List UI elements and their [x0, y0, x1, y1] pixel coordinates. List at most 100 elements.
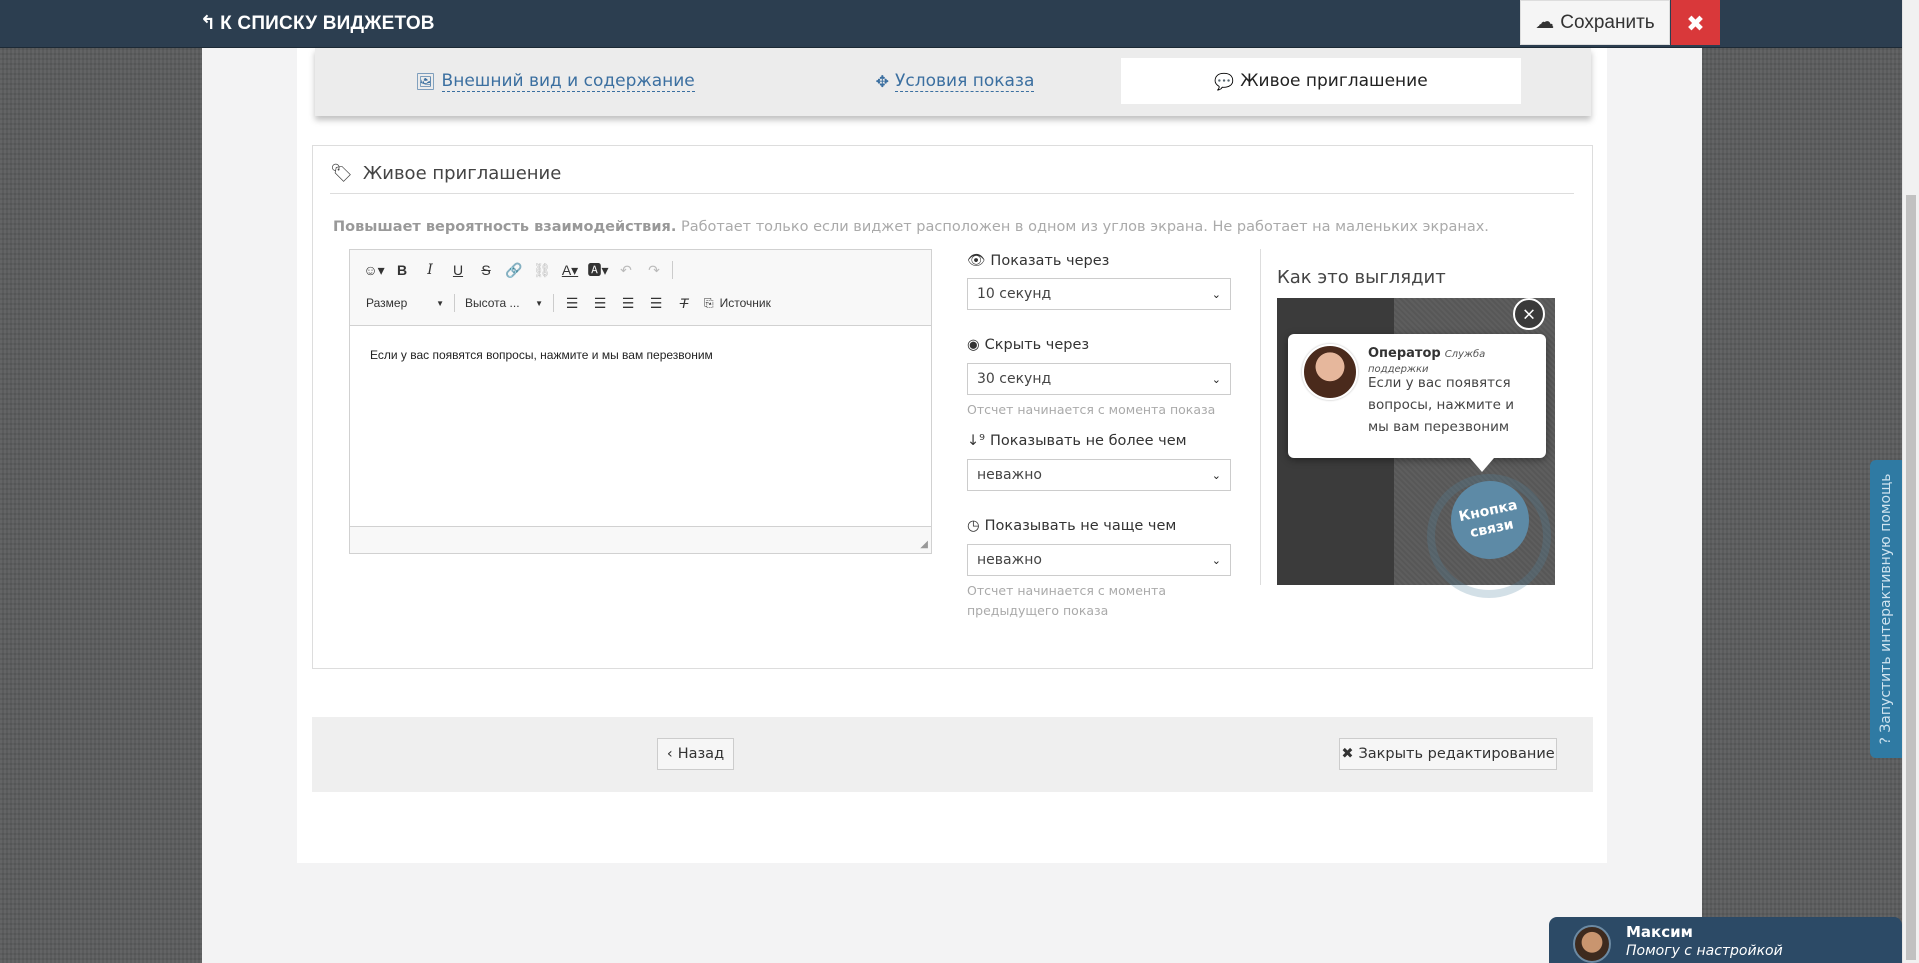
scrollbar-thumb[interactable]	[1906, 195, 1916, 960]
sort-numeric-icon: ↓⁹	[967, 433, 985, 449]
tab-appearance[interactable]: 🖼 Внешний вид и содержание	[355, 58, 755, 104]
toolbar-separator	[553, 294, 554, 312]
rich-text-editor: ☺▾ B I U S 🔗 ⛓ A▾ 🅰▾ ↶ ↷ Размер ▼ Высота …	[349, 249, 932, 554]
source-icon: ⎘	[704, 295, 714, 310]
redo-icon[interactable]: ↷	[640, 260, 668, 280]
close-editing-label: Закрыть редактирование	[1358, 746, 1555, 762]
section-divider	[330, 193, 1574, 194]
preview-title: Как это выглядит	[1277, 267, 1446, 288]
chat-widget[interactable]: Максим Помогу с настройкой	[1549, 917, 1902, 963]
chevron-left-icon: ‹	[666, 746, 673, 762]
operator-avatar	[1302, 344, 1358, 400]
font-size-label: Размер	[366, 296, 408, 310]
min-interval-select[interactable]: неважно ⌄	[967, 544, 1231, 576]
save-label: Сохранить	[1560, 11, 1655, 33]
save-button[interactable]: ☁ Сохранить	[1520, 0, 1670, 45]
line-height-select[interactable]: Высота ... ▼	[459, 296, 549, 310]
description-bold: Повышает вероятность взаимодействия.	[333, 219, 677, 235]
tabs-bar: 🖼 Внешний вид и содержание ✥ Условия пок…	[315, 48, 1591, 116]
link-icon[interactable]: 🔗	[500, 260, 528, 280]
show-after-value: 10 секунд	[977, 286, 1052, 302]
caret-down-icon: ▼	[535, 298, 543, 308]
align-justify-icon[interactable]: ☰	[642, 293, 670, 313]
text-color-icon[interactable]: A▾	[556, 260, 584, 280]
page-scrollbar[interactable]	[1902, 0, 1919, 963]
align-right-icon[interactable]: ☰	[614, 293, 642, 313]
preview-close-icon: ×	[1513, 298, 1545, 330]
close-icon: ✖	[1341, 746, 1354, 762]
bold-icon[interactable]: B	[388, 260, 416, 280]
align-left-icon[interactable]: ☰	[558, 293, 586, 313]
line-height-label: Высота ...	[465, 296, 520, 310]
min-interval-value: неважно	[977, 552, 1042, 568]
emoji-icon[interactable]: ☺▾	[360, 260, 388, 280]
min-interval-label: ◷ Показывать не чаще чем	[967, 518, 1176, 534]
toolbar-separator	[672, 261, 673, 279]
section-description: Повышает вероятность взаимодействия. Раб…	[333, 219, 1489, 235]
interactive-help-label: ? Запустить интерактивную помощь	[1878, 473, 1894, 745]
operator-name-text: Оператор	[1368, 346, 1441, 361]
max-times-value: неважно	[977, 467, 1042, 483]
undo-icon[interactable]: ↶	[612, 260, 640, 280]
align-center-icon[interactable]: ☰	[586, 293, 614, 313]
tab-appearance-label: Внешний вид и содержание	[441, 70, 695, 92]
tab-live-invite-label: Живое приглашение	[1240, 71, 1428, 91]
preview-invite-bubble: Оператор Служба поддержки Если у вас появ…	[1288, 334, 1546, 472]
italic-icon[interactable]: I	[416, 260, 444, 280]
source-button[interactable]: ⎘ Источник	[698, 296, 777, 311]
crosshair-icon: ✥	[875, 71, 890, 91]
min-interval-help-line1: Отсчет начинается с момента	[967, 583, 1166, 598]
hide-after-value: 30 секунд	[977, 371, 1052, 387]
min-interval-help-line2: предыдущего показа	[967, 603, 1109, 618]
eye-slash-icon: ◉	[967, 337, 980, 353]
clear-format-icon[interactable]: T	[670, 293, 698, 313]
clock-icon: ◷	[967, 518, 980, 534]
show-after-label: 👁 Показать через	[967, 252, 1110, 270]
toolbar-separator	[454, 294, 455, 312]
caret-down-icon: ▼	[436, 298, 444, 308]
back-to-widgets-link[interactable]: ↰ К СПИСКУ ВИДЖЕТОВ	[200, 12, 435, 35]
tab-conditions[interactable]: ✥ Условия показа	[755, 58, 1155, 104]
tab-conditions-label: Условия показа	[895, 70, 1035, 92]
bg-color-icon[interactable]: 🅰▾	[584, 260, 612, 280]
editor-footer: ◢	[350, 526, 931, 553]
show-after-text: Показать через	[990, 252, 1110, 269]
max-times-text: Показывать не более чем	[989, 433, 1187, 449]
unlink-icon[interactable]: ⛓	[528, 260, 556, 280]
chevron-down-icon: ⌄	[1211, 468, 1221, 482]
reply-arrow-icon: ↰	[200, 13, 217, 34]
section-title: 🏷 Живое приглашение	[330, 163, 561, 184]
tab-live-invite[interactable]: 💬 Живое приглашение	[1121, 58, 1521, 104]
chat-agent-name: Максим	[1626, 923, 1693, 941]
editor-content[interactable]: Если у вас появятся вопросы, нажмите и м…	[350, 326, 931, 526]
max-times-label: ↓⁹ Показывать не более чем	[967, 433, 1187, 449]
comment-icon: 💬	[1214, 71, 1235, 91]
max-times-select[interactable]: неважно ⌄	[967, 459, 1231, 491]
hide-after-label: ◉ Скрыть через	[967, 337, 1089, 353]
chevron-down-icon: ⌄	[1211, 372, 1221, 386]
chevron-down-icon: ⌄	[1211, 287, 1221, 301]
interactive-help-tab[interactable]: ? Запустить интерактивную помощь	[1870, 460, 1902, 758]
chevron-down-icon: ⌄	[1211, 553, 1221, 567]
strikethrough-icon[interactable]: S	[472, 260, 500, 280]
hide-after-select[interactable]: 30 секунд ⌄	[967, 363, 1231, 395]
chat-agent-subtitle: Помогу с настройкой	[1626, 943, 1783, 959]
show-after-select[interactable]: 10 секунд ⌄	[967, 278, 1231, 310]
underline-icon[interactable]: U	[444, 260, 472, 280]
resize-grip-icon[interactable]: ◢	[920, 536, 928, 550]
close-button[interactable]: ✖	[1671, 0, 1720, 45]
min-interval-text: Показывать не чаще чем	[984, 518, 1177, 534]
chat-agent-avatar	[1573, 925, 1611, 963]
back-to-widgets-label: К СПИСКУ ВИДЖЕТОВ	[220, 12, 435, 34]
description-rest: Работает только если виджет расположен в…	[676, 219, 1489, 235]
eye-icon: 👁	[967, 253, 986, 269]
hide-after-text: Скрыть через	[984, 337, 1090, 353]
font-size-select[interactable]: Размер ▼	[360, 296, 450, 310]
close-icon: ✖	[1686, 7, 1705, 38]
close-editing-button[interactable]: ✖ Закрыть редактирование	[1339, 738, 1557, 770]
section-title-text: Живое приглашение	[362, 163, 562, 184]
tag-icon: 🏷	[330, 163, 353, 184]
column-divider	[1260, 249, 1261, 585]
image-icon: 🖼	[415, 71, 436, 91]
back-button[interactable]: ‹ Назад	[657, 738, 734, 770]
